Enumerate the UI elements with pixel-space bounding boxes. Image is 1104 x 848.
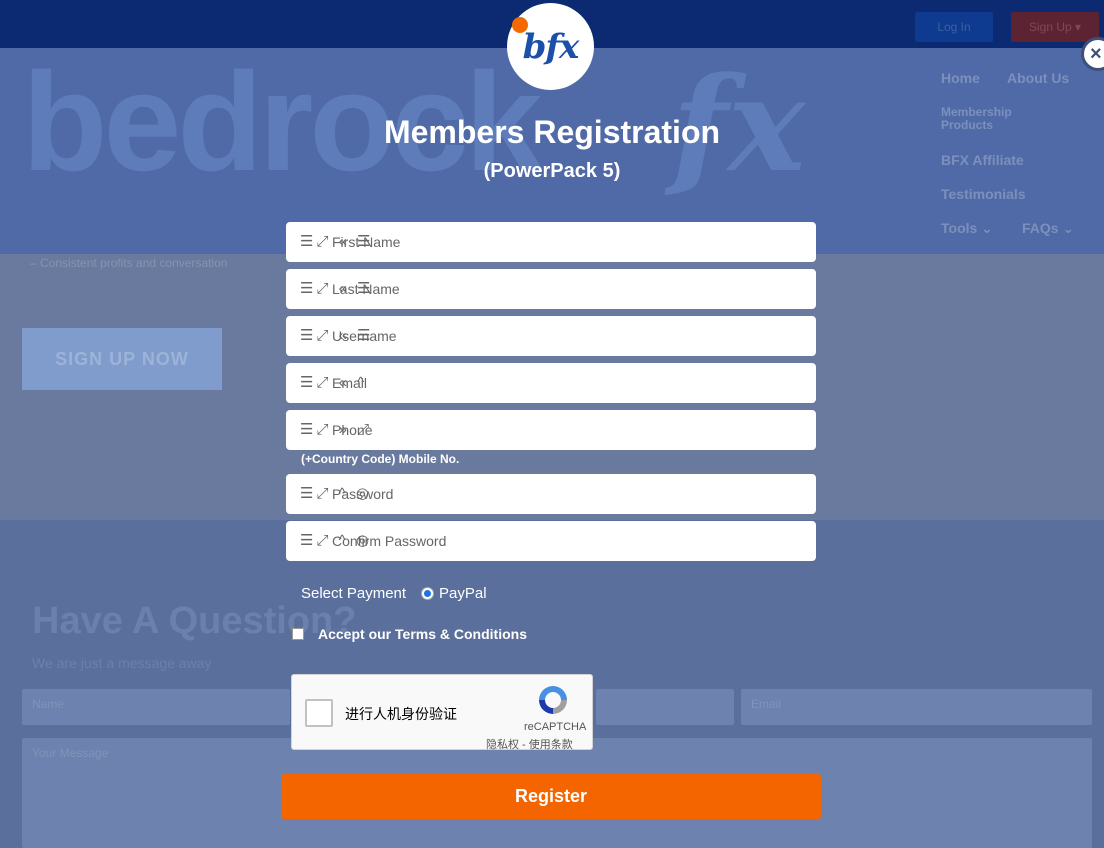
confirm-password-input[interactable] xyxy=(286,521,816,561)
phone-field[interactable]: ☰⤢ » ⤢ xyxy=(286,410,816,450)
nav-about-us[interactable]: About Us xyxy=(1007,70,1069,86)
username-field[interactable]: ☰⤢ « ☰ xyxy=(286,316,816,356)
nav-faqs[interactable]: FAQs ⌄ xyxy=(1022,220,1074,237)
promo-tagline: – Consistent profits and conversation xyxy=(30,256,228,270)
confirm-password-field[interactable]: ☰⤢ ^ ◎ xyxy=(286,521,816,561)
recaptcha-brand: reCAPTCHA xyxy=(524,721,587,733)
bfx-logo: bfx xyxy=(507,3,594,90)
contact-phone-input[interactable] xyxy=(596,689,734,725)
last-name-input[interactable] xyxy=(286,269,816,309)
paypal-radio[interactable] xyxy=(421,587,434,600)
register-button[interactable]: Register xyxy=(281,774,821,819)
bfx-logo-text: bfx xyxy=(522,26,580,67)
first-name-field[interactable]: ☰⤢ « ☰ xyxy=(286,222,816,262)
contact-email-input[interactable]: Email xyxy=(741,689,1092,725)
terms-label[interactable]: Accept our Terms & Conditions xyxy=(318,626,527,642)
email-field[interactable]: ☰⤢ « ^ xyxy=(286,363,816,403)
terms-checkbox[interactable] xyxy=(292,628,304,640)
contact-subtitle: We are just a message away xyxy=(32,655,212,671)
last-name-field[interactable]: ☰⤢ « ☰ xyxy=(286,269,816,309)
payment-label: Select Payment xyxy=(301,585,407,602)
recaptcha-widget: 进行人机身份验证 reCAPTCHA 隐私权 - 使用条款 xyxy=(291,674,593,752)
password-input[interactable] xyxy=(286,474,816,514)
recaptcha-prompt: 进行人机身份验证 xyxy=(345,706,457,722)
email-input[interactable] xyxy=(286,363,816,403)
recaptcha-links[interactable]: 隐私权 - 使用条款 xyxy=(486,736,573,752)
modal-title: Members Registration xyxy=(383,114,721,150)
recaptcha-icon xyxy=(539,686,567,714)
password-field[interactable]: ☰⤢ ^ ◎ xyxy=(286,474,816,514)
contact-name-input[interactable]: Name xyxy=(22,689,290,725)
recaptcha-checkbox[interactable] xyxy=(305,699,333,727)
modal-subtitle: (PowerPack 5) xyxy=(483,160,621,182)
username-input[interactable] xyxy=(286,316,816,356)
phone-input[interactable] xyxy=(286,410,816,450)
contact-title: Have A Question? xyxy=(32,600,357,642)
first-name-input[interactable] xyxy=(286,222,816,262)
sign-up-now-button[interactable]: SIGN UP NOW xyxy=(22,328,222,390)
signup-dropdown-button[interactable]: Sign Up ▾ xyxy=(1011,12,1099,42)
phone-hint: (+Country Code) Mobile No. xyxy=(301,452,460,466)
nav-home[interactable]: Home xyxy=(941,70,980,86)
login-button[interactable]: Log In xyxy=(915,12,993,42)
nav-tools[interactable]: Tools ⌄ xyxy=(941,220,993,237)
paypal-option-label[interactable]: PayPal xyxy=(439,585,487,602)
close-icon: × xyxy=(1090,43,1102,65)
nav-testimonials[interactable]: Testimonials xyxy=(941,186,1026,202)
